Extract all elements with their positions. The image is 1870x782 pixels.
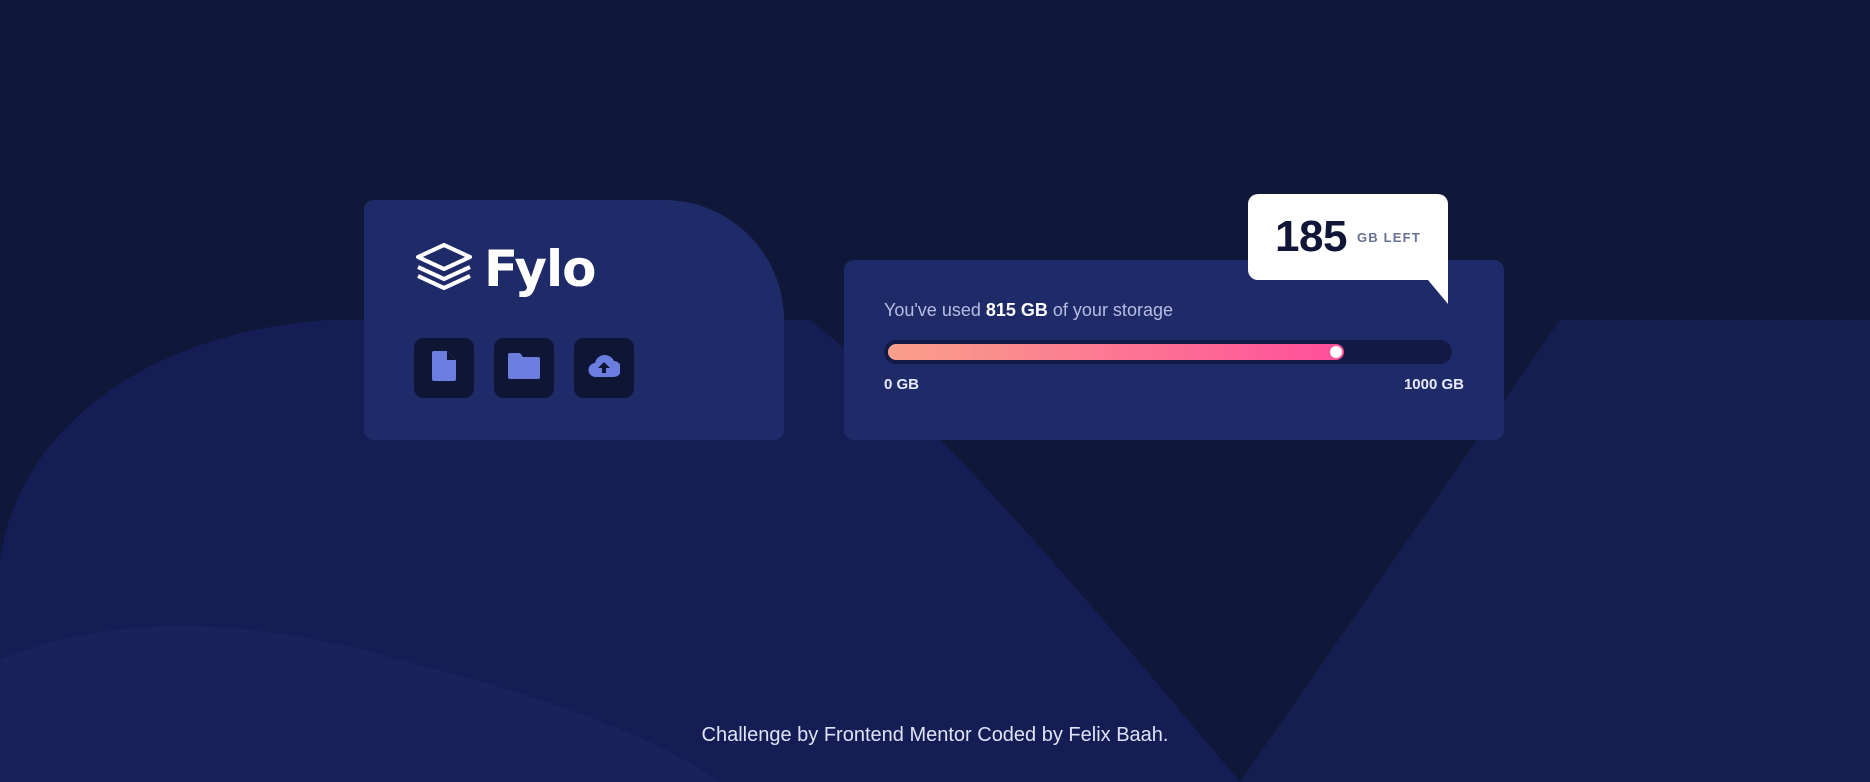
remaining-value: 185 [1275, 212, 1347, 261]
document-icon [432, 350, 456, 386]
folder-button[interactable] [494, 338, 554, 398]
progress-knob [1330, 346, 1343, 358]
storage-card: You've used 815 GB of your storage 0 GB … [844, 260, 1504, 440]
stacked-layers-icon [414, 242, 474, 296]
used-amount: 815 GB [985, 300, 1048, 320]
footer-credit: Challenge by Frontend Mentor Coded by Fe… [701, 724, 1169, 746]
usage-summary: You've used 815 GB of your storage [884, 300, 1173, 320]
scale-max-label: 1000 GB [1403, 376, 1464, 393]
logo: Fylo [414, 240, 597, 298]
brand-name: Fylo [484, 240, 597, 298]
cloud-upload-icon [588, 354, 622, 383]
scale-min-label: 0 GB [884, 376, 920, 393]
document-button[interactable] [414, 338, 474, 398]
action-buttons [414, 338, 634, 398]
upload-button[interactable] [574, 338, 634, 398]
remaining-label: GB LEFT [1356, 229, 1421, 245]
logo-card: Fylo [364, 200, 784, 440]
storage-progress-bar [884, 340, 1452, 364]
storage-progress-fill [888, 344, 1345, 360]
remaining-storage-bubble: 185 GB LEFT [1248, 194, 1448, 304]
folder-icon [508, 352, 540, 384]
